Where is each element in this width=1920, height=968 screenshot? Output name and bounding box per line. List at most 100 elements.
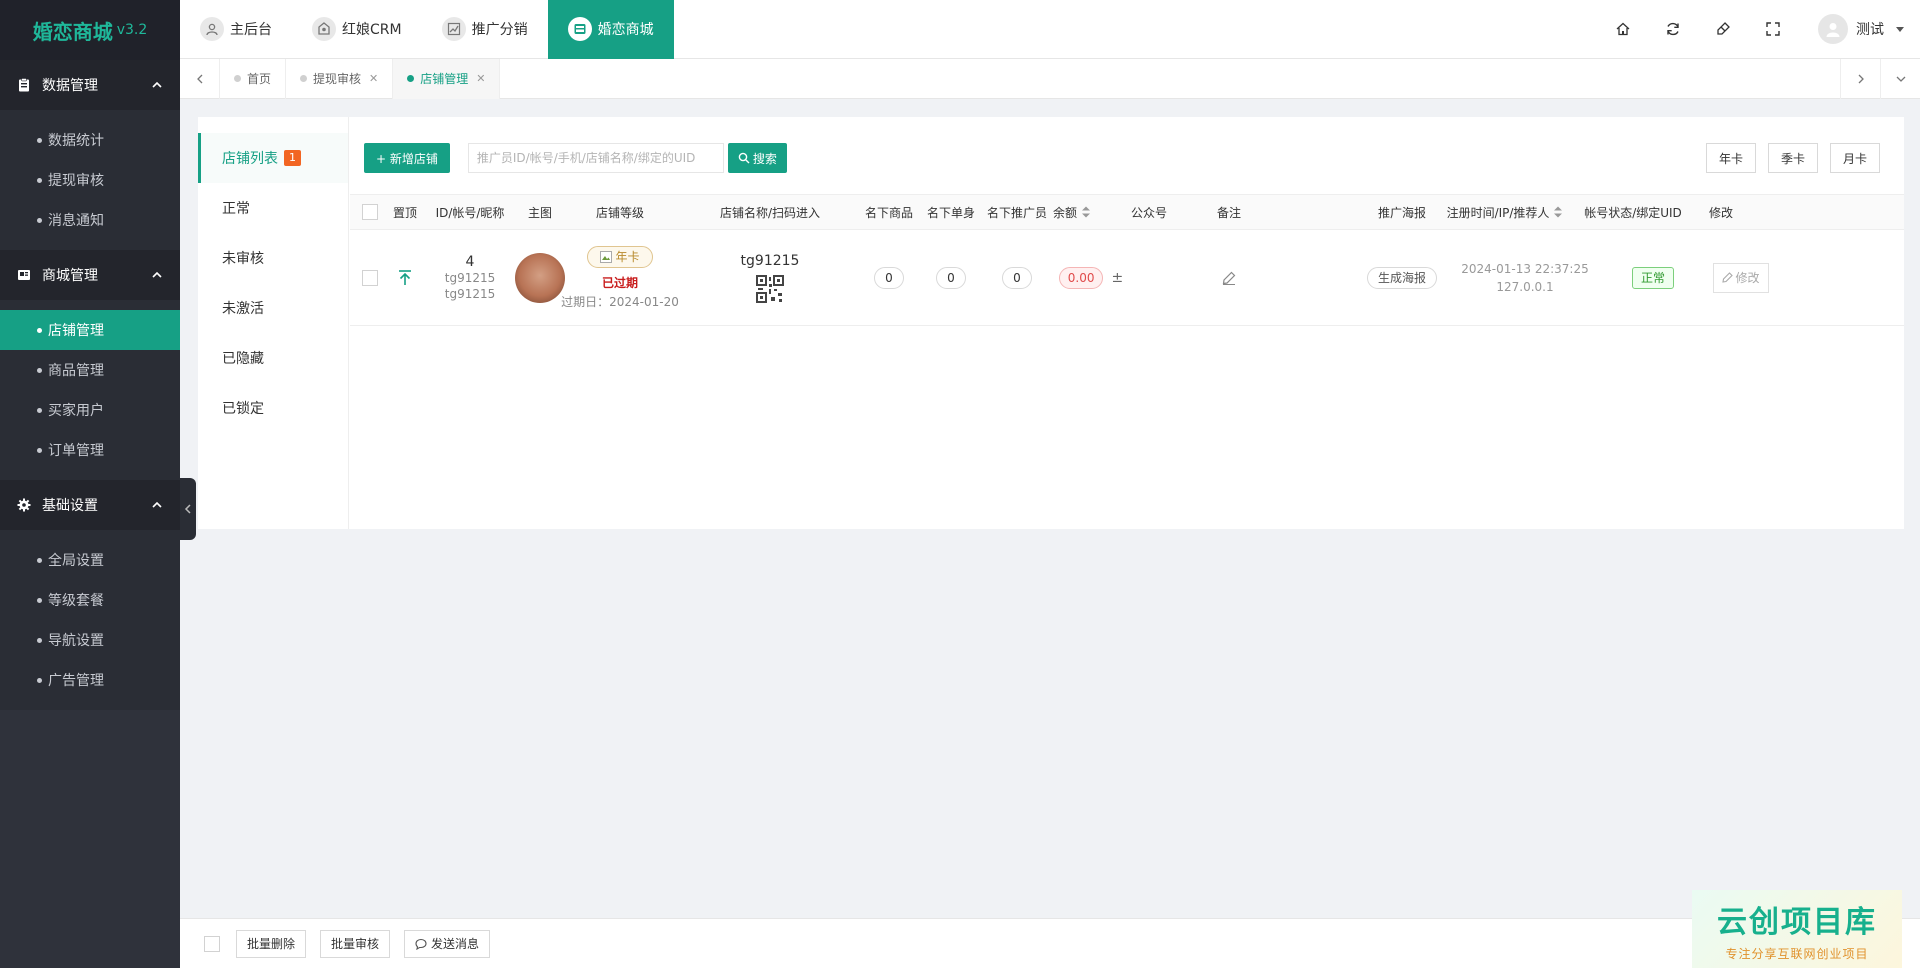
promoters-count[interactable]: 0 <box>1002 266 1032 289</box>
content-card: 店铺列表 1 正常 未审核 未激活 已隐藏 已锁定 + 新增店铺 搜索 年卡 季… <box>198 117 1904 529</box>
qr-code-icon[interactable] <box>756 274 784 303</box>
app-tab-promotion[interactable]: 推广分销 <box>422 0 548 59</box>
singles-count[interactable]: 0 <box>936 266 966 289</box>
sidebar-item-level-packages[interactable]: 等级套餐 <box>0 580 180 620</box>
refresh-icon[interactable] <box>1648 0 1698 59</box>
app-tab-marriage-mall[interactable]: 婚恋商城 <box>547 0 674 59</box>
status-tab-unreviewed[interactable]: 未审核 <box>198 233 348 283</box>
edit-icon <box>1722 272 1734 283</box>
status-tab-label: 已锁定 <box>222 401 264 417</box>
app-tab-label: 婚恋商城 <box>597 22 654 38</box>
dot-icon <box>37 327 42 333</box>
col-register-label: 注册时间/IP/推荐人 <box>1446 205 1550 220</box>
sidebar-collapse-button[interactable] <box>180 478 196 540</box>
tab-home[interactable]: 首页 <box>220 58 287 99</box>
batch-actions-bar: 批量删除 批量审核 发送消息 <box>180 918 1920 968</box>
tabs-scroll-left-button[interactable] <box>180 58 220 99</box>
balance-adjust-button[interactable]: ± <box>1111 270 1123 286</box>
status-tab-normal[interactable]: 正常 <box>198 183 348 233</box>
sidebar-item-goods-management[interactable]: 商品管理 <box>0 350 180 390</box>
tabs-menu-button[interactable] <box>1880 58 1920 99</box>
edit-button[interactable]: 修改 <box>1713 262 1769 293</box>
select-all-checkbox[interactable] <box>362 204 378 220</box>
register-ip: 127.0.0.1 <box>1496 279 1554 294</box>
status-cell: 正常 <box>1600 266 1706 289</box>
sidebar-item-buyers[interactable]: 买家用户 <box>0 390 180 430</box>
tab-withdraw-review[interactable]: 提现审核 ✕ <box>286 58 394 99</box>
filter-annual-card-button[interactable]: 年卡 <box>1705 143 1756 173</box>
sidebar-group-data[interactable]: 数据管理 <box>0 60 180 110</box>
dot-icon <box>37 637 42 643</box>
sidebar-item-label: 店铺管理 <box>48 323 104 339</box>
status-filter-nav: 店铺列表 1 正常 未审核 未激活 已隐藏 已锁定 <box>198 117 349 529</box>
batch-review-button[interactable]: 批量审核 <box>320 929 391 958</box>
home-icon[interactable] <box>1598 0 1648 59</box>
brand-version: v3.2 <box>116 22 148 38</box>
col-store-name: 店铺名称/扫码进入 <box>719 205 821 220</box>
dot-icon <box>37 177 42 183</box>
status-tab-locked[interactable]: 已锁定 <box>198 383 348 433</box>
chevron-left-icon <box>184 504 191 514</box>
pin-to-top-icon[interactable] <box>397 269 413 287</box>
avatar <box>1818 14 1848 44</box>
batch-delete-button[interactable]: 批量删除 <box>236 929 307 958</box>
sidebar-item-orders[interactable]: 订单管理 <box>0 430 180 470</box>
dot-icon <box>37 407 42 413</box>
store-main-image[interactable] <box>515 252 565 303</box>
add-store-button[interactable]: + 新增店铺 <box>364 143 450 173</box>
app-tab-crm[interactable]: 红娘CRM <box>292 0 422 59</box>
sidebar-item-label: 提现审核 <box>48 173 104 189</box>
fullscreen-icon[interactable] <box>1748 0 1798 59</box>
sort-icon <box>1082 206 1090 218</box>
edit-cell: 修改 <box>1706 262 1776 293</box>
user-menu[interactable]: 测试 <box>1818 14 1906 44</box>
col-balance[interactable]: 余额 <box>1050 204 1094 221</box>
watermark-logo: 云创项目库 专注分享互联网创业项目 <box>1692 890 1902 968</box>
edit-pencil-icon[interactable] <box>1222 271 1236 285</box>
send-message-button[interactable]: 发送消息 <box>404 929 491 958</box>
col-poster: 推广海报 <box>1377 205 1426 220</box>
sidebar-item-notifications[interactable]: 消息通知 <box>0 200 180 240</box>
status-tab-store-list[interactable]: 店铺列表 1 <box>198 133 348 183</box>
goods-count[interactable]: 0 <box>874 266 904 289</box>
sidebar-item-store-management[interactable]: 店铺管理 <box>0 310 180 350</box>
tabs-scroll-right-button[interactable] <box>1840 58 1880 99</box>
sidebar-item-stats[interactable]: 数据统计 <box>0 120 180 160</box>
generate-poster-button[interactable]: 生成海报 <box>1366 266 1437 289</box>
store-id: 4 <box>465 253 475 270</box>
sidebar-group-settings[interactable]: 基础设置 <box>0 480 180 530</box>
dot-icon <box>37 367 42 373</box>
status-tab-hidden[interactable]: 已隐藏 <box>198 333 348 383</box>
search-input[interactable] <box>467 143 724 173</box>
logo[interactable]: 婚恋商城 v3.2 <box>0 0 180 60</box>
gear-icon <box>16 497 32 513</box>
search-icon <box>738 152 750 164</box>
sidebar-item-withdraw-review[interactable]: 提现审核 <box>0 160 180 200</box>
status-tab-inactive[interactable]: 未激活 <box>198 283 348 333</box>
sidebar-item-nav-settings[interactable]: 导航设置 <box>0 620 180 660</box>
close-icon[interactable]: ✕ <box>476 72 485 85</box>
row-checkbox[interactable] <box>362 269 378 286</box>
filter-quarter-card-button[interactable]: 季卡 <box>1767 143 1818 173</box>
sidebar-group-mall[interactable]: 商城管理 <box>0 250 180 300</box>
tab-store-management[interactable]: 店铺管理 ✕ <box>393 58 501 99</box>
status-tab-label: 未审核 <box>222 251 264 267</box>
col-register[interactable]: 注册时间/IP/推荐人 <box>1430 204 1580 221</box>
broken-image-icon <box>600 250 613 263</box>
status-tab-label: 正常 <box>222 201 250 217</box>
row-select-cell <box>350 269 390 286</box>
close-icon[interactable]: ✕ <box>369 72 378 85</box>
filter-month-card-button[interactable]: 月卡 <box>1829 143 1880 173</box>
app-tab-main-admin[interactable]: 主后台 <box>180 0 292 59</box>
footer-select-all-checkbox[interactable] <box>204 935 220 952</box>
col-status: 帐号状态/绑定UID <box>1584 205 1682 220</box>
sidebar-item-global-settings[interactable]: 全局设置 <box>0 540 180 580</box>
edit-button-label: 修改 <box>1735 271 1760 285</box>
status-badge: 正常 <box>1631 266 1674 289</box>
sidebar-item-ads[interactable]: 广告管理 <box>0 660 180 700</box>
image-cell <box>515 252 565 303</box>
clear-icon[interactable] <box>1698 0 1748 59</box>
dot-icon <box>37 447 42 453</box>
top-header: 主后台 红娘CRM 推广分销 婚恋商城 测试 <box>180 0 1920 59</box>
search-button[interactable]: 搜索 <box>727 143 787 173</box>
